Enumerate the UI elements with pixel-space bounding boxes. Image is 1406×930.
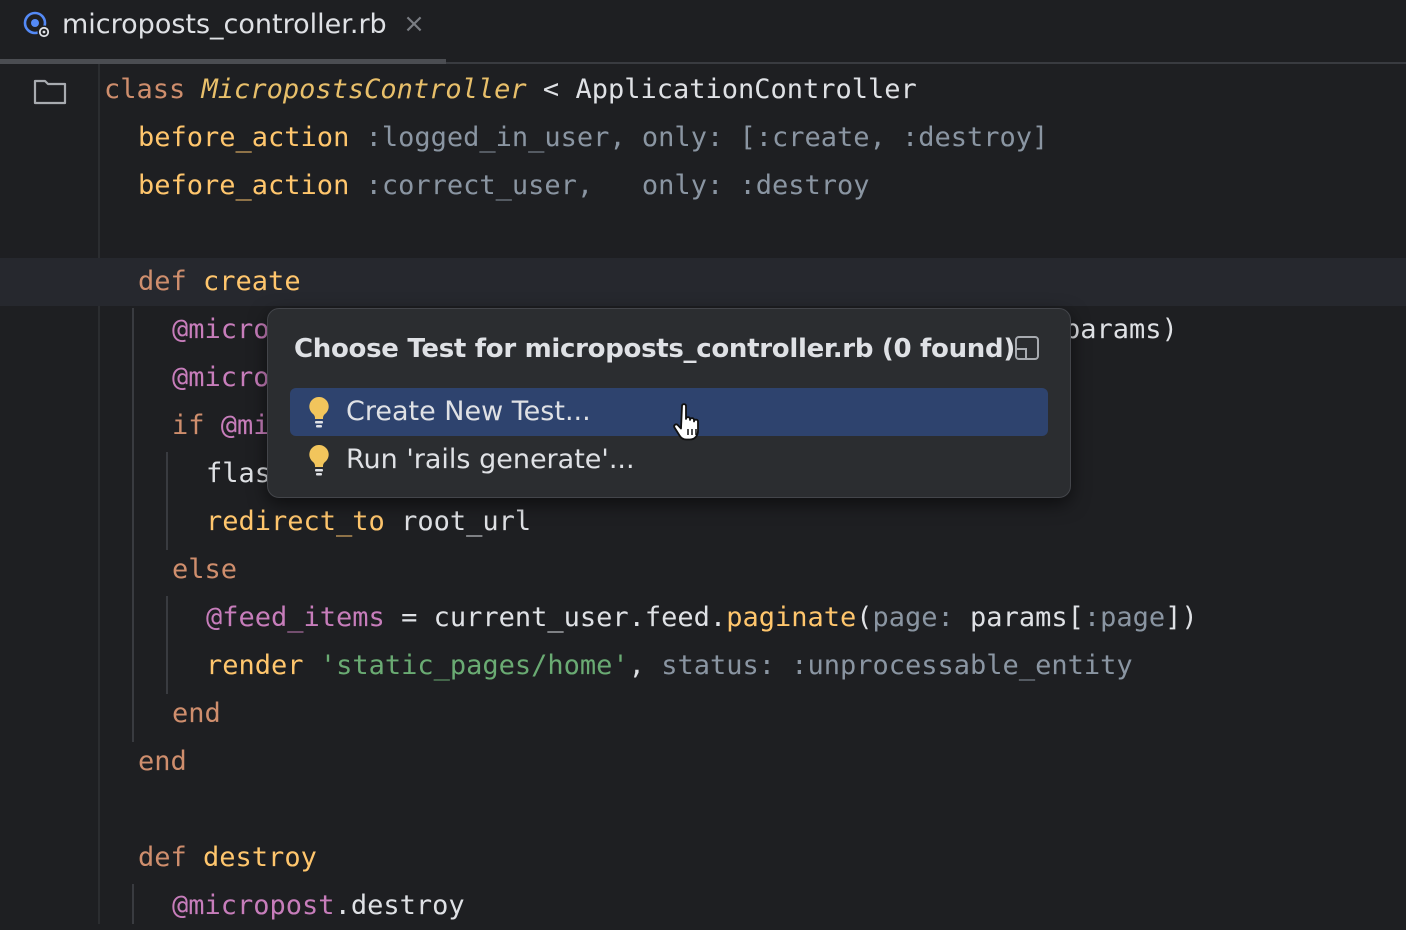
code-text: flas (206, 458, 272, 489)
code-line-15: end (138, 738, 187, 786)
method-call: before_action (138, 122, 350, 153)
keyword: else (172, 554, 238, 585)
lightbulb-icon (309, 396, 329, 428)
keyword: if (172, 410, 205, 441)
method-call: render (206, 650, 304, 681)
method-name: create (186, 266, 301, 297)
folder-icon[interactable] (32, 76, 68, 106)
popup-title: Choose Test for microposts_controller.rb… (294, 334, 1015, 364)
run-rails-generate-item[interactable]: Run 'rails generate'... (290, 436, 1048, 484)
code-line-17: def destroy (138, 834, 317, 882)
arguments: root_url (384, 506, 532, 537)
tab-microposts-controller[interactable]: microposts_controller.rb × (0, 0, 446, 64)
item-label: Run 'rails generate'... (346, 444, 635, 475)
keyword-arg: page: (872, 602, 954, 633)
tab-filename: microposts_controller.rb (62, 9, 387, 40)
keyword: end (138, 746, 187, 777)
code-tail: params) (1064, 314, 1178, 345)
code-line-8: if @mi (172, 402, 270, 450)
item-label: Create New Test... (346, 396, 591, 427)
close-icon[interactable]: × (402, 8, 426, 40)
arguments: :logged_in_user, only: [:create, :destro… (349, 122, 1049, 153)
symbol: :unprocessable_entity (774, 650, 1133, 681)
class-name: MicropostsController (201, 74, 527, 105)
gutter-separator (98, 64, 100, 924)
code-line-18: @micropost.destroy (172, 882, 465, 930)
keyword-arg: status: (661, 650, 775, 681)
receiver: current_user.feed. (433, 602, 727, 633)
pin-window-icon[interactable] (1014, 335, 1040, 361)
create-new-test-item[interactable]: Create New Test... (290, 388, 1048, 436)
code-line-3: before_action :correct_user, only: :dest… (138, 162, 870, 210)
instance-variable: @micro (172, 314, 270, 345)
method-call: before_action (138, 170, 350, 201)
method-call: paginate (726, 602, 857, 633)
code-line-12: @feed_items = current_user.feed.paginate… (206, 594, 1198, 642)
code-line-9: flas (206, 450, 271, 498)
code-line-13: render 'static_pages/home', status: :unp… (206, 642, 1133, 690)
indent-guide (132, 884, 134, 924)
method-name: destroy (186, 842, 317, 873)
keyword: def (138, 842, 187, 873)
instance-variable: @micropost (172, 890, 335, 921)
paren: ]) (1165, 602, 1198, 633)
code-line-6-tail: params) (1064, 306, 1178, 354)
code-line-6: @micro (172, 306, 270, 354)
keyword: def (138, 266, 187, 297)
keyword: class (104, 74, 186, 105)
editor-tab-bar: microposts_controller.rb × (0, 0, 1406, 64)
string-literal: 'static_pages/home' (319, 650, 629, 681)
ruby-controller-icon (23, 11, 51, 39)
method-call: .destroy (334, 890, 465, 921)
arguments: :correct_user, only: :destroy (349, 170, 870, 201)
code-line-5: def create (138, 258, 301, 306)
indent-guide (166, 596, 168, 694)
indent-guide (132, 308, 134, 742)
code-line-10: redirect_to root_url (206, 498, 531, 546)
instance-variable: @mi (204, 410, 270, 441)
method-call: redirect_to (206, 506, 385, 537)
instance-variable: @feed_items (206, 602, 385, 633)
parent-class: ApplicationController (575, 74, 917, 105)
instance-variable: @micro (172, 362, 270, 393)
code-line-11: else (172, 546, 237, 594)
indent-guide (166, 452, 168, 550)
paren: ( (856, 602, 873, 633)
comma: , (628, 650, 662, 681)
symbol: :page (1083, 602, 1166, 633)
lightbulb-icon (309, 444, 329, 476)
operator: = (384, 602, 434, 633)
code-line-14: end (172, 690, 221, 738)
keyword: end (172, 698, 221, 729)
choose-test-popup: Choose Test for microposts_controller.rb… (267, 308, 1071, 498)
code-line-7: @micro (172, 354, 270, 402)
arguments: params[ (953, 602, 1084, 633)
hand-cursor-icon (673, 403, 699, 441)
code-line-2: before_action :logged_in_user, only: [:c… (138, 114, 1048, 162)
operator: < (526, 74, 576, 105)
code-line-1: class MicropostsController < Application… (104, 66, 917, 114)
